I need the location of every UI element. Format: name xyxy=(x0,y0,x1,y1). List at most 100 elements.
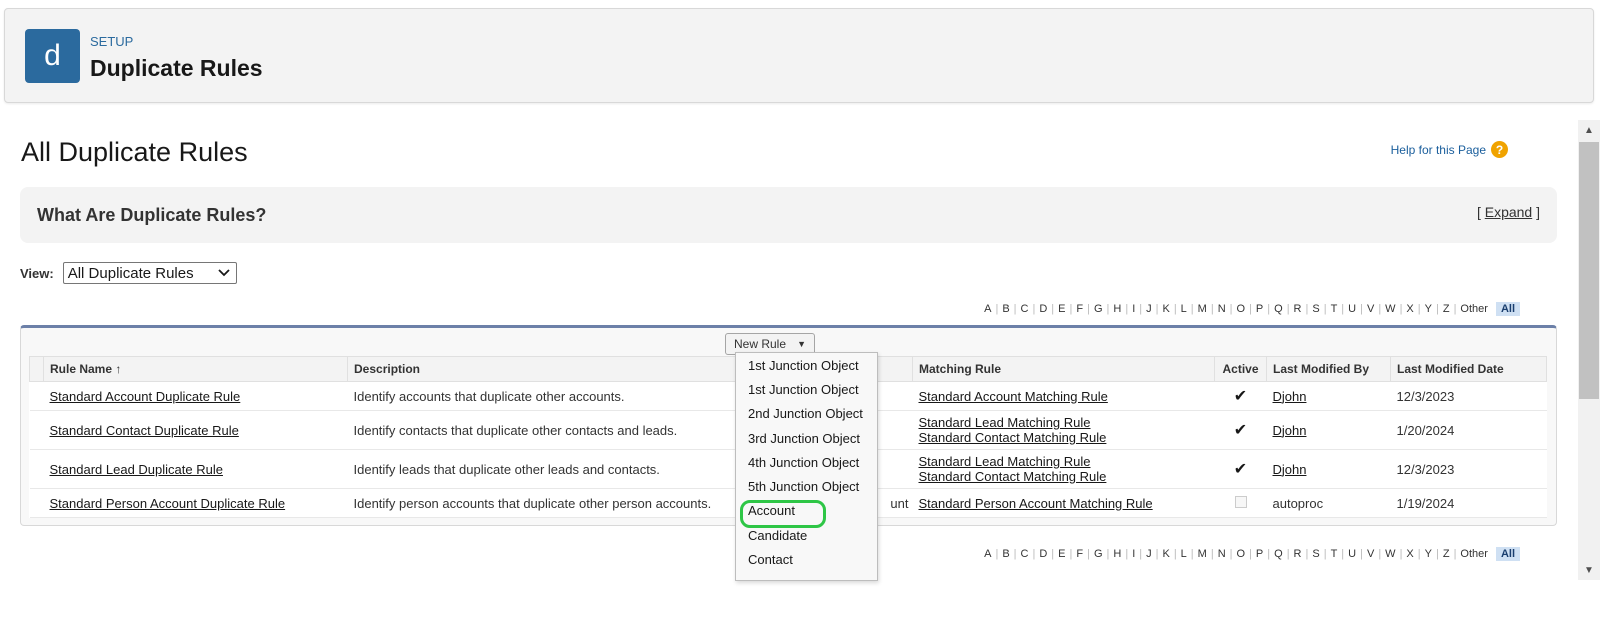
menu-item-2nd-junction-object[interactable]: 2nd Junction Object xyxy=(736,402,877,426)
alphabet-letter[interactable]: D xyxy=(1035,303,1051,315)
alphabet-letter[interactable]: S xyxy=(1308,548,1323,560)
menu-item-contact[interactable]: Contact xyxy=(736,547,877,571)
alphabet-letter[interactable]: H xyxy=(1109,303,1125,315)
alphabet-letter[interactable]: E xyxy=(1054,548,1069,560)
alphabet-letter[interactable]: T xyxy=(1327,548,1342,560)
alphabet-letter[interactable]: C xyxy=(1017,548,1033,560)
alphabet-letter[interactable]: Q xyxy=(1270,303,1287,315)
scroll-down-arrow-icon[interactable]: ▼ xyxy=(1578,560,1600,580)
alphabet-letter[interactable]: O xyxy=(1233,303,1250,315)
matching-rule-link[interactable]: Standard Contact Matching Rule xyxy=(919,430,1107,445)
view-select[interactable]: All Duplicate Rules xyxy=(62,262,237,284)
active-cell xyxy=(1214,488,1267,518)
column-header-rule-name[interactable]: Rule Name ↑ xyxy=(43,356,348,382)
matching-rule-link[interactable]: Standard Lead Matching Rule xyxy=(919,454,1091,469)
alphabet-letter[interactable]: L xyxy=(1177,303,1191,315)
page-scrollbar[interactable]: ▲ ▼ xyxy=(1578,120,1600,580)
user-link[interactable]: Djohn xyxy=(1273,462,1307,477)
alphabet-letter[interactable]: Z xyxy=(1439,548,1454,560)
alphabet-letter[interactable]: N xyxy=(1214,548,1230,560)
alphabet-letter[interactable]: X xyxy=(1402,548,1417,560)
help-link[interactable]: Help for this Page ? xyxy=(1391,141,1508,158)
description-text: Identify accounts that duplicate other a… xyxy=(353,388,625,404)
alphabet-letter[interactable]: A xyxy=(980,303,995,315)
user-link[interactable]: Djohn xyxy=(1273,423,1307,438)
alphabet-letter[interactable]: G xyxy=(1090,548,1107,560)
alphabet-letter[interactable]: R xyxy=(1290,548,1306,560)
matching-rule-link[interactable]: Standard Lead Matching Rule xyxy=(919,415,1091,430)
alphabet-letter[interactable]: P xyxy=(1252,303,1267,315)
alphabet-letter[interactable]: I xyxy=(1128,548,1139,560)
alphabet-letter[interactable]: N xyxy=(1214,303,1230,315)
column-header-matching-rule[interactable]: Matching Rule xyxy=(912,356,1215,382)
alphabet-letter[interactable]: B xyxy=(998,548,1013,560)
last-modified-date-cell: 12/3/2023 xyxy=(1390,381,1547,411)
menu-item-5th-junction-object[interactable]: 5th Junction Object xyxy=(736,474,877,498)
alphabet-letter[interactable]: Other xyxy=(1456,303,1492,315)
alphabet-letter[interactable]: V xyxy=(1363,548,1378,560)
alphabet-letter[interactable]: R xyxy=(1290,303,1306,315)
alphabet-letter[interactable]: U xyxy=(1344,303,1360,315)
matching-rule-link[interactable]: Standard Person Account Matching Rule xyxy=(919,496,1153,511)
alphabet-letter[interactable]: P xyxy=(1252,548,1267,560)
menu-item-3rd-junction-object[interactable]: 3rd Junction Object xyxy=(736,426,877,450)
menu-item-1st-junction-object[interactable]: 1st Junction Object xyxy=(736,377,877,401)
menu-item-1st-junction-object[interactable]: 1st Junction Object xyxy=(736,353,877,377)
alphabet-letter[interactable]: H xyxy=(1109,548,1125,560)
scroll-up-arrow-icon[interactable]: ▲ xyxy=(1578,120,1600,140)
alphabet-letter[interactable]: Y xyxy=(1421,303,1436,315)
alphabet-letter[interactable]: L xyxy=(1177,548,1191,560)
alphabet-letter[interactable]: O xyxy=(1233,548,1250,560)
matching-rule-cell: Standard Person Account Matching Rule xyxy=(912,488,1215,518)
user-link[interactable]: Djohn xyxy=(1273,389,1307,404)
new-rule-label: New Rule xyxy=(734,337,787,351)
alphabet-all[interactable]: All xyxy=(1495,302,1520,316)
rule-name-link[interactable]: Standard Account Duplicate Rule xyxy=(50,389,241,404)
alphabet-letter[interactable]: C xyxy=(1017,303,1033,315)
menu-item-4th-junction-object[interactable]: 4th Junction Object xyxy=(736,450,877,474)
alphabet-all[interactable]: All xyxy=(1495,547,1520,561)
alphabet-letter[interactable]: Z xyxy=(1439,303,1454,315)
alphabet-letter[interactable]: B xyxy=(998,303,1013,315)
alphabet-letter[interactable]: M xyxy=(1194,303,1211,315)
expand-link[interactable]: Expand xyxy=(1485,204,1532,220)
menu-item-account[interactable]: Account xyxy=(736,499,877,529)
column-header-active[interactable]: Active xyxy=(1214,356,1267,382)
matching-rule-link[interactable]: Standard Contact Matching Rule xyxy=(919,469,1107,484)
alphabet-letter[interactable]: G xyxy=(1090,303,1107,315)
new-rule-object-menu: 1st Junction Object 1st Junction Object 2n… xyxy=(735,352,878,581)
column-header-last-modified-date[interactable]: Last Modified Date xyxy=(1390,356,1547,382)
column-header-last-modified-by[interactable]: Last Modified By xyxy=(1266,356,1391,382)
alphabet-letter[interactable]: D xyxy=(1035,548,1051,560)
alphabet-letter[interactable]: F xyxy=(1072,548,1087,560)
alphabet-letter[interactable]: W xyxy=(1381,303,1399,315)
rule-name-link[interactable]: Standard Lead Duplicate Rule xyxy=(50,462,223,477)
scroll-thumb[interactable] xyxy=(1579,142,1599,399)
alphabet-letter[interactable]: K xyxy=(1158,303,1173,315)
alphabet-letter[interactable]: Y xyxy=(1421,548,1436,560)
alphabet-letter[interactable]: Other xyxy=(1456,548,1492,560)
alphabet-letter[interactable]: M xyxy=(1194,548,1211,560)
alphabet-letter[interactable]: J xyxy=(1142,303,1156,315)
alphabet-letter[interactable]: W xyxy=(1381,548,1399,560)
expand-bracket-close: ] xyxy=(1536,204,1540,220)
alphabet-letter[interactable]: T xyxy=(1327,303,1342,315)
alphabet-letter[interactable]: I xyxy=(1128,303,1139,315)
alphabet-letter[interactable]: V xyxy=(1363,303,1378,315)
alphabet-letter[interactable]: E xyxy=(1054,303,1069,315)
alphabet-letter[interactable]: A xyxy=(980,548,995,560)
rule-name-link[interactable]: Standard Contact Duplicate Rule xyxy=(50,423,239,438)
alphabet-letter[interactable]: F xyxy=(1072,303,1087,315)
question-icon[interactable]: ? xyxy=(1491,141,1508,158)
alphabet-letter[interactable]: S xyxy=(1308,303,1323,315)
alphabet-letter[interactable]: Q xyxy=(1270,548,1287,560)
alphabet-letter[interactable]: J xyxy=(1142,548,1156,560)
alphabet-letter[interactable]: K xyxy=(1158,548,1173,560)
setup-breadcrumb[interactable]: SETUP xyxy=(90,34,133,49)
alphabet-filter-bottom: A | B | C | D | E | F | G | H | I | J | K | L | M | N | O | P | Q | R | S | T |… xyxy=(980,547,1520,561)
matching-rule-link[interactable]: Standard Account Matching Rule xyxy=(919,389,1108,404)
alphabet-letter[interactable]: U xyxy=(1344,548,1360,560)
alphabet-letter[interactable]: X xyxy=(1402,303,1417,315)
user-name: autoproc xyxy=(1272,495,1324,511)
rule-name-link[interactable]: Standard Person Account Duplicate Rule xyxy=(50,496,286,511)
